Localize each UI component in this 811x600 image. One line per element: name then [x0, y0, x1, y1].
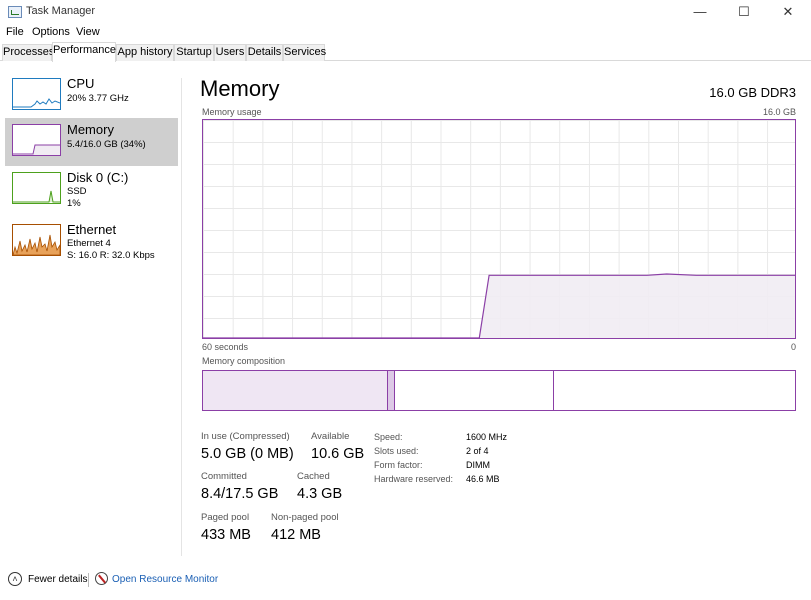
composition-free[interactable]	[554, 371, 795, 410]
sidebar-item-disk[interactable]: Disk 0 (C:) SSD 1%	[5, 166, 178, 214]
sidebar-item-ethernet[interactable]: Ethernet Ethernet 4 S: 16.0 R: 32.0 Kbps	[5, 218, 178, 266]
sidebar-item-label: Disk 0 (C:)	[67, 170, 129, 185]
memory-thumbnail-graph	[12, 124, 61, 156]
cpu-thumbnail-graph	[12, 78, 61, 110]
time-axis-start: 60 seconds	[202, 342, 249, 352]
available-value: 10.6 GB	[311, 446, 365, 462]
memory-usage-area	[203, 274, 795, 338]
close-button[interactable]: ✕	[766, 0, 810, 24]
memory-usage-plot	[203, 273, 795, 338]
memory-detail-panel: Memory 16.0 GB DDR3 Memory usage 16.0 GB…	[182, 62, 811, 562]
page-title: Memory	[200, 76, 280, 101]
open-resource-monitor-link[interactable]: Open Resource Monitor	[112, 574, 218, 585]
tab-startup[interactable]: Startup	[174, 44, 214, 61]
sidebar-item-detail: S: 16.0 R: 32.0 Kbps	[67, 250, 155, 261]
title-bar: Task Manager — ☐ ✕	[0, 0, 811, 24]
tab-processes[interactable]: Processes	[2, 44, 54, 61]
memory-composition-bar	[202, 370, 796, 411]
minimize-button[interactable]: —	[678, 0, 722, 24]
tab-users[interactable]: Users	[214, 44, 246, 61]
paged-pool-value: 433 MB	[201, 527, 251, 543]
time-axis-end: 0	[790, 342, 796, 352]
speed-label: Speed:	[374, 432, 403, 442]
footer-separator	[88, 573, 89, 587]
sidebar-item-detail: SSD	[67, 186, 87, 197]
hardware-reserved-label: Hardware reserved:	[374, 474, 454, 484]
usage-graph-label: Memory usage	[202, 107, 262, 117]
footer-bar: ˄ Fewer details Open Resource Monitor	[0, 562, 811, 600]
cached-value: 4.3 GB	[297, 486, 343, 502]
sidebar-item-detail: 5.4/16.0 GB (34%)	[67, 139, 146, 150]
sidebar-item-memory[interactable]: Memory 5.4/16.0 GB (34%)	[5, 118, 178, 166]
speed-value: 1600 MHz	[466, 432, 508, 442]
cached-label: Cached	[297, 471, 330, 482]
slots-used-value: 2 of 4	[466, 446, 489, 456]
sidebar-item-cpu[interactable]: CPU 20% 3.77 GHz	[5, 72, 178, 120]
in-use-label: In use (Compressed)	[201, 431, 290, 442]
fewer-details-link[interactable]: Fewer details	[28, 574, 87, 585]
tab-details[interactable]: Details	[246, 44, 283, 61]
committed-label: Committed	[201, 471, 247, 482]
available-label: Available	[311, 431, 350, 442]
slots-used-label: Slots used:	[374, 446, 419, 456]
ethernet-thumbnail-graph	[12, 224, 61, 256]
sidebar-item-label: CPU	[67, 76, 95, 91]
paged-pool-label: Paged pool	[201, 512, 250, 523]
in-use-value: 5.0 GB (0 MB)	[201, 446, 294, 462]
tab-performance[interactable]: Performance	[52, 42, 116, 62]
tab-services[interactable]: Services	[283, 44, 326, 61]
disk-thumbnail-graph	[12, 172, 61, 204]
menu-bar: File Options View	[0, 24, 811, 42]
performance-sidebar: CPU 20% 3.77 GHz Memory 5.4/16.0 GB (34%…	[0, 70, 180, 560]
tab-app-history[interactable]: App history	[116, 44, 174, 61]
resource-monitor-icon[interactable]	[95, 572, 108, 585]
non-paged-pool-value: 412 MB	[271, 527, 321, 543]
hardware-reserved-value: 46.6 MB	[466, 474, 500, 484]
maximize-button[interactable]: ☐	[722, 0, 766, 24]
sidebar-item-detail: 1%	[67, 198, 81, 209]
composition-label: Memory composition	[202, 356, 286, 366]
non-paged-pool-label: Non-paged pool	[271, 512, 339, 523]
sidebar-item-detail: Ethernet 4	[67, 238, 111, 249]
memory-spec: 16.0 GB DDR3	[709, 85, 796, 100]
menu-file[interactable]: File	[6, 26, 24, 38]
task-manager-icon	[8, 6, 22, 18]
memory-usage-graph	[202, 119, 796, 339]
form-factor-value: DIMM	[466, 460, 490, 470]
composition-standby[interactable]	[395, 371, 555, 410]
window-title: Task Manager	[26, 5, 96, 17]
composition-in-use[interactable]	[203, 371, 388, 410]
usage-graph-max: 16.0 GB	[762, 107, 796, 117]
menu-view[interactable]: View	[76, 26, 100, 38]
menu-options[interactable]: Options	[32, 26, 70, 38]
sidebar-item-label: Ethernet	[67, 222, 117, 237]
form-factor-label: Form factor:	[374, 460, 423, 470]
sidebar-item-detail: 20% 3.77 GHz	[67, 93, 129, 104]
sidebar-item-label: Memory	[67, 122, 114, 137]
composition-modified[interactable]	[388, 371, 396, 410]
committed-value: 8.4/17.5 GB	[201, 486, 279, 502]
chevron-up-icon[interactable]: ˄	[8, 572, 22, 586]
tab-bar: Processes Performance App history Startu…	[0, 42, 811, 62]
